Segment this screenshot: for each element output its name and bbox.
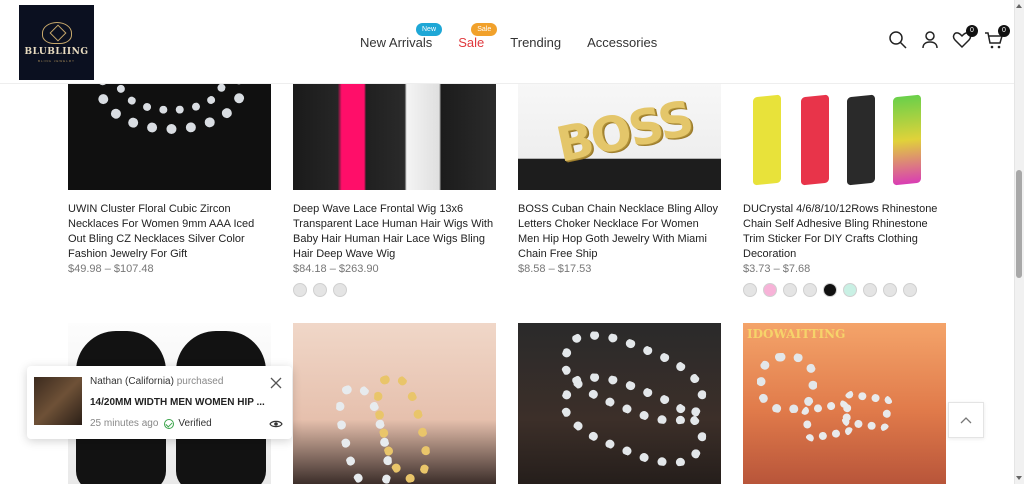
color-swatch[interactable] [783, 283, 797, 297]
product-price: $49.98 – $107.48 [68, 263, 154, 275]
scroll-up-arrow-icon[interactable] [1016, 4, 1022, 8]
scroll-down-arrow-icon[interactable] [1016, 476, 1022, 480]
purchased-product-thumbnail[interactable] [34, 377, 82, 425]
color-swatches [743, 283, 946, 297]
header-icons: 0 0 [888, 25, 1010, 50]
purchase-buyer: Nathan (California) purchased [90, 376, 223, 387]
product-card[interactable]: IDOWAITTING [743, 323, 946, 484]
color-swatch[interactable] [843, 283, 857, 297]
cart-icon[interactable]: 0 [984, 25, 1010, 50]
main-nav: New Arrivals New Sale Sale Trending Acce… [360, 23, 683, 50]
color-swatch[interactable] [803, 283, 817, 297]
color-swatch[interactable] [293, 283, 307, 297]
product-image[interactable] [518, 323, 721, 484]
product-image[interactable] [68, 84, 271, 190]
product-image[interactable] [293, 84, 496, 190]
product-card[interactable]: DUCrystal 4/6/8/10/12Rows Rhinestone Cha… [743, 84, 946, 297]
product-card[interactable] [293, 323, 496, 484]
rainbow-roll-image [893, 94, 921, 186]
color-swatch[interactable] [313, 283, 327, 297]
logo-subtext: BLING JEWELRY [38, 59, 75, 63]
sale-badge: Sale [471, 23, 498, 36]
product-price: $84.18 – $263.90 [293, 263, 379, 275]
scrollbar-thumb[interactable] [1016, 170, 1022, 278]
product-price: $3.73 – $7.68 [743, 263, 811, 275]
chevron-up-icon [960, 417, 972, 424]
user-icon[interactable] [920, 30, 940, 50]
back-to-top-button[interactable] [948, 402, 984, 438]
product-card[interactable]: BOSS BOSS Cuban Chain Necklace Bling All… [518, 84, 721, 275]
cart-count: 0 [998, 25, 1010, 37]
product-title[interactable]: UWIN Cluster Floral Cubic Zircon Necklac… [68, 202, 271, 262]
product-image[interactable]: IDOWAITTING [743, 323, 946, 484]
product-price: $8.58 – $17.53 [518, 263, 592, 275]
product-card[interactable]: UWIN Cluster Floral Cubic Zircon Necklac… [68, 84, 271, 275]
nav-new-arrivals-label: New Arrivals [360, 35, 433, 50]
color-swatch[interactable] [863, 283, 877, 297]
wishlist-count: 0 [966, 25, 978, 37]
color-swatch[interactable] [903, 283, 917, 297]
check-circle-icon [164, 418, 175, 429]
product-card[interactable] [518, 323, 721, 484]
product-title[interactable]: BOSS Cuban Chain Necklace Bling Alloy Le… [518, 202, 721, 262]
verified-badge: Verified [164, 418, 212, 429]
product-image[interactable] [743, 84, 946, 190]
product-image[interactable]: BOSS [518, 84, 721, 190]
recent-purchase-popup[interactable]: Nathan (California) purchased 14/20MM WI… [27, 366, 292, 439]
color-swatches [293, 283, 496, 297]
nav-sale-label: Sale [458, 35, 485, 50]
black-roll-image [847, 94, 875, 186]
ring-image [840, 389, 894, 433]
product-image[interactable] [293, 323, 496, 484]
nav-trending-label: Trending [510, 35, 562, 50]
purchase-time: 25 minutes ago [90, 418, 159, 429]
red-roll-image [801, 94, 829, 186]
site-header: BLUBLIING BLING JEWELRY New Arrivals New… [0, 0, 1014, 84]
product-title[interactable]: Deep Wave Lace Frontal Wig 13x6 Transpar… [293, 202, 496, 262]
nav-new-arrivals[interactable]: New Arrivals New [360, 23, 443, 50]
purchase-action: purchased [176, 376, 224, 387]
brand-logo[interactable]: BLUBLIING BLING JEWELRY [19, 5, 94, 80]
nav-accessories-label: Accessories [587, 35, 658, 50]
nav-sale[interactable]: Sale Sale [458, 23, 498, 50]
image-watermark-text: IDOWAITTING [747, 327, 846, 341]
product-card[interactable]: Deep Wave Lace Frontal Wig 13x6 Transpar… [293, 84, 496, 297]
color-swatch[interactable] [883, 283, 897, 297]
logo-emblem-icon [41, 22, 72, 44]
boss-pendant-image: BOSS [551, 90, 697, 174]
nav-accessories[interactable]: Accessories [587, 35, 657, 50]
nav-trending[interactable]: Trending [510, 35, 561, 50]
logo-text: BLUBLIING [24, 47, 89, 57]
page-scrollbar[interactable] [1014, 0, 1024, 484]
yellow-roll-image [753, 94, 781, 186]
heart-icon[interactable]: 0 [952, 25, 978, 50]
bracelet-image [757, 353, 817, 413]
product-title[interactable]: DUCrystal 4/6/8/10/12Rows Rhinestone Cha… [743, 202, 946, 262]
color-swatch[interactable] [763, 283, 777, 297]
color-swatch[interactable] [743, 283, 757, 297]
eye-icon[interactable] [269, 416, 283, 428]
color-swatch[interactable] [333, 283, 347, 297]
purchased-product-name[interactable]: 14/20MM WIDTH MEN WOMEN HIP ... [90, 397, 265, 408]
search-icon[interactable] [888, 30, 908, 50]
buyer-name: Nathan (California) [90, 376, 174, 387]
close-icon[interactable] [270, 376, 282, 389]
purchase-meta: 25 minutes ago Verified [90, 418, 212, 429]
new-badge: New [416, 23, 443, 36]
color-swatch[interactable] [823, 283, 837, 297]
verified-label: Verified [178, 418, 212, 429]
